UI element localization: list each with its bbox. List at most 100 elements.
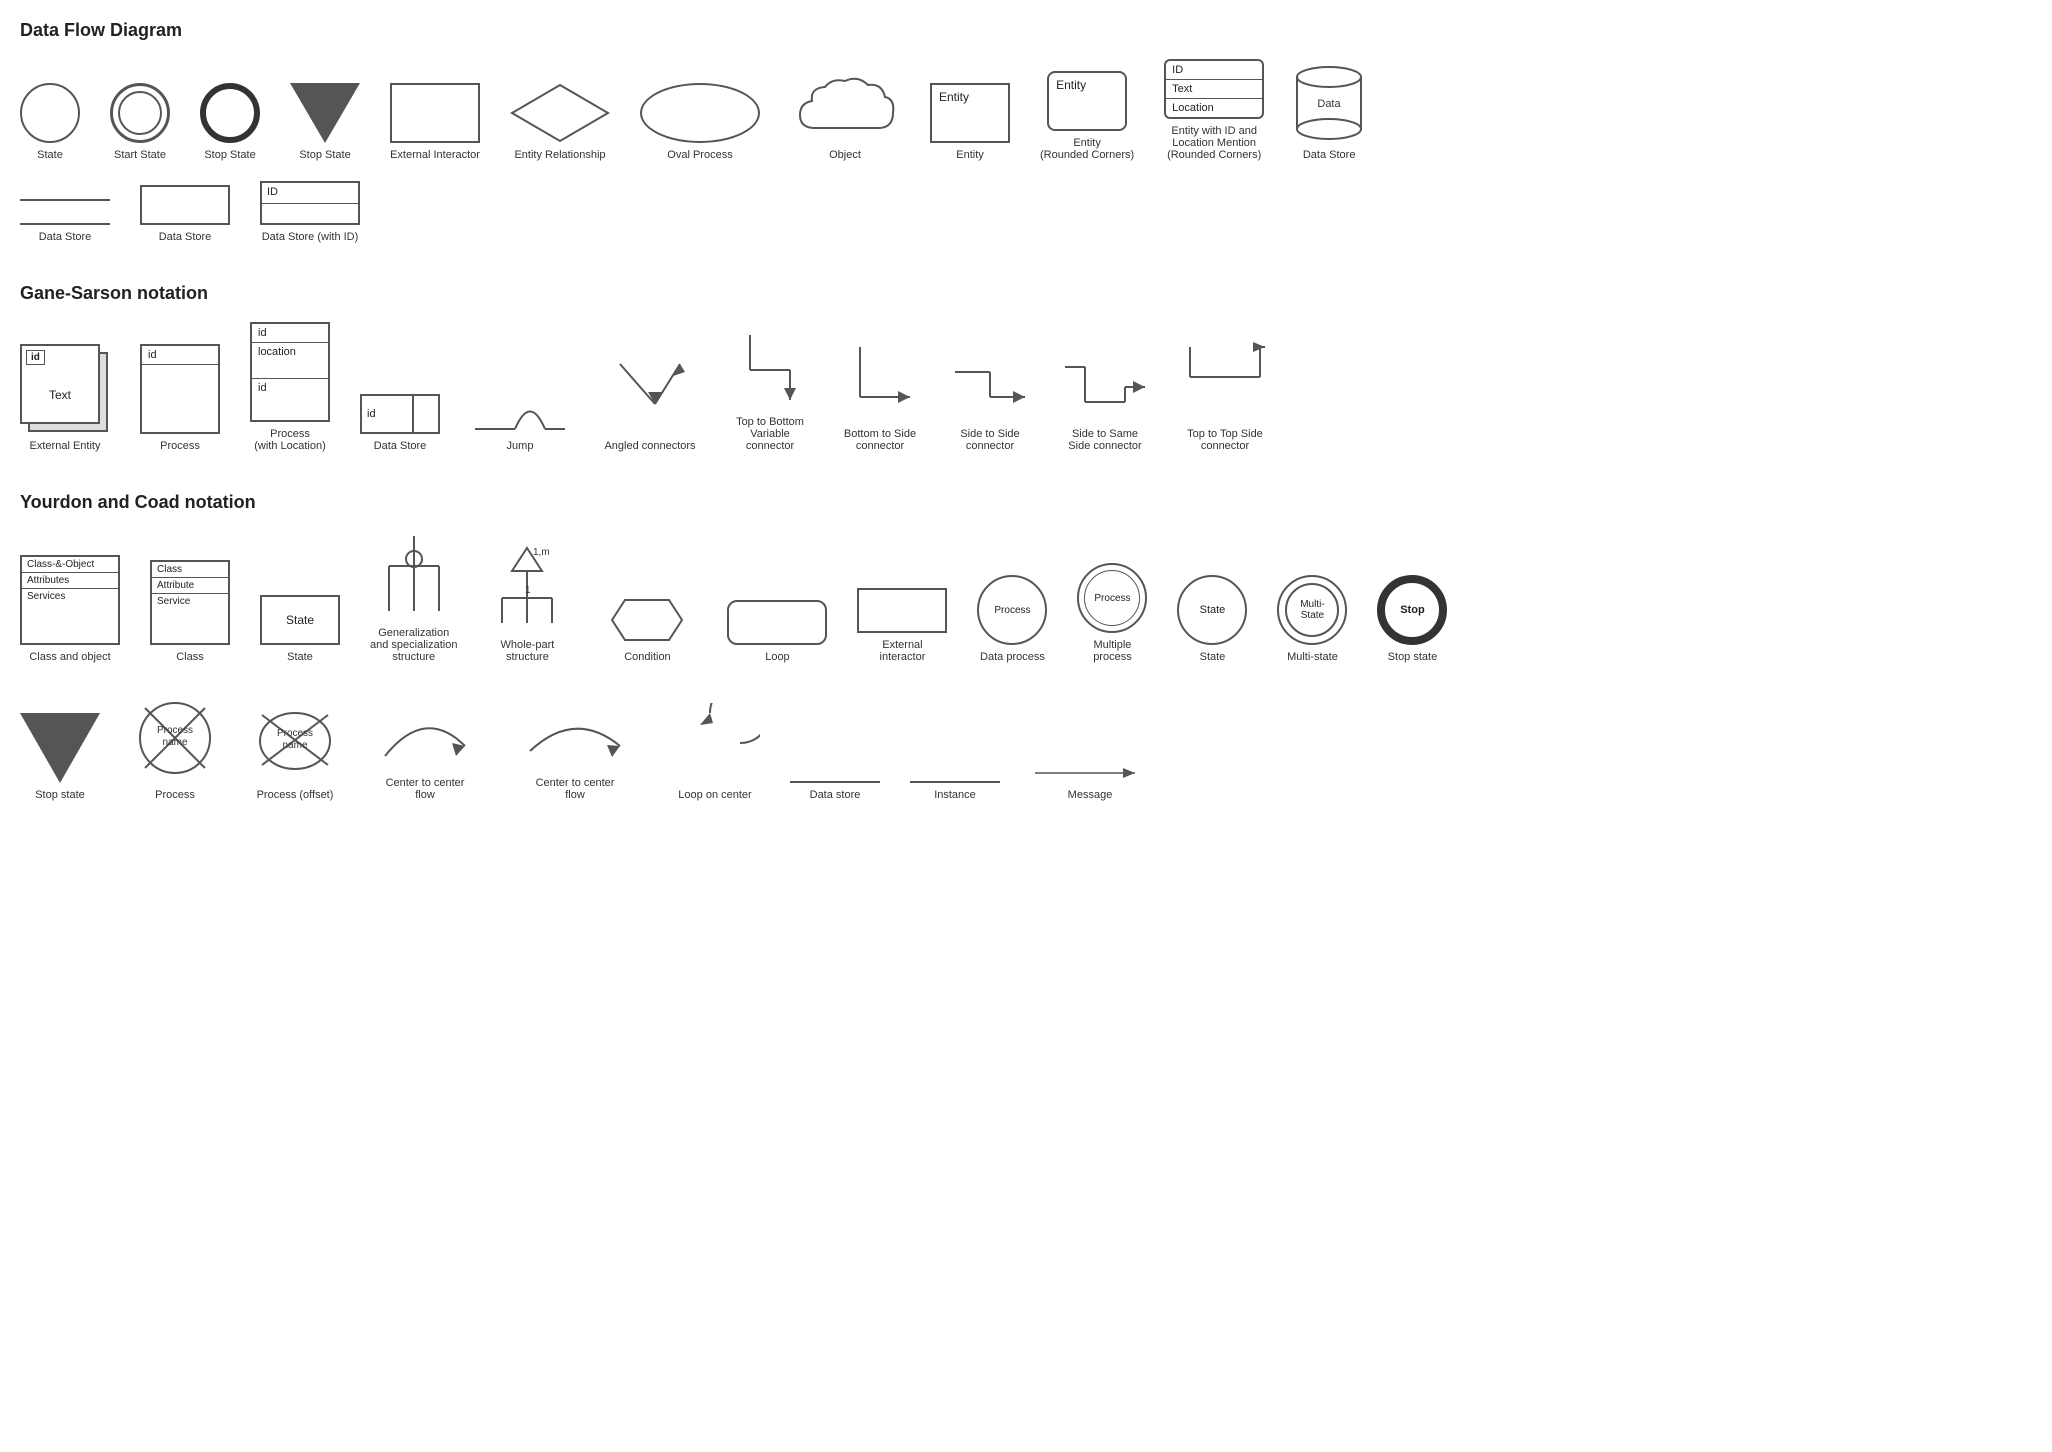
gane-section: Gane-Sarson notation id Text External En… — [20, 283, 2032, 462]
gs-process-loc-label: Process(with Location) — [254, 428, 326, 452]
entity-rounded-label: Entity(Rounded Corners) — [1040, 137, 1134, 161]
entity-text: Entity — [939, 90, 969, 104]
yourdon-row2: Stop state Process name Process Process … — [20, 693, 2032, 811]
yc-class-r3: Service — [152, 594, 228, 643]
yc-ext-int-shape — [857, 588, 947, 633]
dfd-entity-id: ID Text Location Entity with ID andLocat… — [1164, 59, 1264, 161]
svg-text:Data: Data — [1318, 98, 1342, 110]
dfd-object: Object — [790, 73, 900, 161]
yc-multistate-label: Multi-state — [1287, 651, 1338, 663]
yc-loop-label: Loop — [765, 651, 789, 663]
svg-text:1,m: 1,m — [533, 547, 550, 558]
yc-proc-offset-label: Process (offset) — [257, 789, 334, 801]
gs-ds-shape: id — [360, 394, 440, 434]
yc-class-obj-r2: Attributes — [22, 573, 118, 589]
yc-class-shape: Class Attribute Service — [150, 560, 230, 645]
yc-stop-tri-label: Stop state — [35, 789, 85, 801]
yc-state-c-text: State — [1200, 604, 1226, 616]
gs-top-bottom-shape — [730, 330, 810, 410]
cloud-shape — [790, 73, 900, 143]
cylinder-shape: Data — [1294, 63, 1364, 143]
ds-id-shape: ID — [260, 181, 360, 225]
yc-condition-label: Condition — [624, 651, 670, 663]
gs-process-loc: id location id Process(with Location) — [250, 322, 330, 452]
yc-class-label: Class — [176, 651, 204, 663]
yc-multi-proc: Process Multipleprocess — [1077, 563, 1147, 663]
yc-stop-shape: Stop — [1377, 575, 1447, 645]
yc-whole-part: 1,m 1 Whole-partstructure — [487, 543, 567, 663]
yc-data-proc-text: Process — [994, 605, 1030, 616]
yc-multistate-shape: Multi-State — [1277, 575, 1347, 645]
svg-text:name: name — [282, 740, 307, 751]
dfd-title: Data Flow Diagram — [20, 20, 2032, 41]
gs-jump-label: Jump — [507, 440, 534, 452]
oval-label: Oval Process — [667, 149, 732, 161]
yc-class-obj-label: Class and object — [29, 651, 110, 663]
yc-state-c-shape: State — [1177, 575, 1247, 645]
dfd-stop-state-tri: Stop State — [290, 83, 360, 161]
yc-gen-spec: Generalizationand specializationstructur… — [370, 531, 457, 663]
gs-top-top: Top to Top Sideconnector — [1180, 342, 1270, 452]
yc-loop: Loop — [727, 600, 827, 663]
yc-multi-proc-shape: Process — [1077, 563, 1147, 633]
yc-whole-part-label: Whole-partstructure — [501, 639, 555, 663]
gs-process-loc-shape: id location id — [250, 322, 330, 422]
yourdon-title: Yourdon and Coad notation — [20, 492, 2032, 513]
yc-message-label: Message — [1068, 789, 1113, 801]
yc-c2c2-label: Center to centerflow — [536, 777, 615, 801]
svg-text:Process: Process — [277, 728, 313, 739]
gs-process-shape: id — [140, 344, 220, 434]
gs-jump: Jump — [470, 384, 570, 452]
yc-stop: Stop Stop state — [1377, 575, 1447, 663]
gane-title: Gane-Sarson notation — [20, 283, 2032, 304]
gs-side-same: Side to SameSide connector — [1060, 342, 1150, 452]
dfd-cylinder: Data Data Store — [1294, 63, 1364, 161]
oval-shape — [640, 83, 760, 143]
yc-data-proc: Process Data process — [977, 575, 1047, 663]
stop-state-tri-label: Stop State — [299, 149, 350, 161]
dfd-state: State — [20, 83, 80, 161]
dfd-ds-id: ID Data Store (with ID) — [260, 181, 360, 243]
entity-id-row-loc: Location — [1166, 99, 1262, 117]
state-label: State — [37, 149, 63, 161]
dfd-ds-box: Data Store — [140, 185, 230, 243]
yc-datastore: Data store — [790, 781, 880, 801]
yc-condition: Condition — [597, 595, 697, 663]
yc-state-c: State State — [1177, 575, 1247, 663]
gs-ext-front: id Text — [20, 344, 100, 424]
yc-whole-part-shape: 1,m 1 — [487, 543, 567, 633]
yc-class-r1: Class — [152, 562, 228, 578]
yc-state-label: State — [287, 651, 313, 663]
yc-instance: Instance — [910, 781, 1000, 801]
entity-id-label: Entity with ID andLocation Mention(Round… — [1167, 125, 1261, 161]
yc-gen-spec-label: Generalizationand specializationstructur… — [370, 627, 457, 663]
yc-data-proc-shape: Process — [977, 575, 1047, 645]
yc-loop-center: Loop on center — [670, 703, 760, 801]
gs-bottom-side-shape — [840, 342, 920, 422]
gs-process-id: id — [142, 346, 218, 365]
ds-box-shape — [140, 185, 230, 225]
gs-ext-id: id — [26, 350, 45, 365]
entity-rounded-shape: Entity — [1047, 71, 1127, 131]
gs-proc-loc-id2: id — [252, 379, 328, 397]
yc-message: Message — [1030, 763, 1150, 801]
gs-process: id Process — [140, 344, 220, 452]
gs-jump-shape — [470, 384, 570, 434]
object-label: Object — [829, 149, 861, 161]
entity-rounded-text: Entity — [1056, 78, 1086, 92]
yc-state-c-label: State — [1200, 651, 1226, 663]
gs-angled-shape — [600, 354, 700, 434]
dfd-row2: Data Store Data Store ID Data Store (wit… — [20, 181, 2032, 253]
dfd-start-state: Start State — [110, 83, 170, 161]
yc-proc-cross: Process name Process — [130, 693, 220, 801]
start-state-label: Start State — [114, 149, 166, 161]
yc-c2c1-shape — [370, 701, 480, 771]
dfd-oval: Oval Process — [640, 83, 760, 161]
yc-class-obj-shape: Class-&-Object Attributes Services — [20, 555, 120, 645]
gs-side-side-label: Side to Sideconnector — [960, 428, 1019, 452]
gs-ext-entity: id Text External Entity — [20, 344, 110, 452]
entity-rel-label: Entity Relationship — [514, 149, 605, 161]
yc-class-obj: Class-&-Object Attributes Services Class… — [20, 555, 120, 663]
gs-proc-loc-loc: location — [252, 343, 328, 379]
gs-ds-divider — [412, 396, 438, 432]
